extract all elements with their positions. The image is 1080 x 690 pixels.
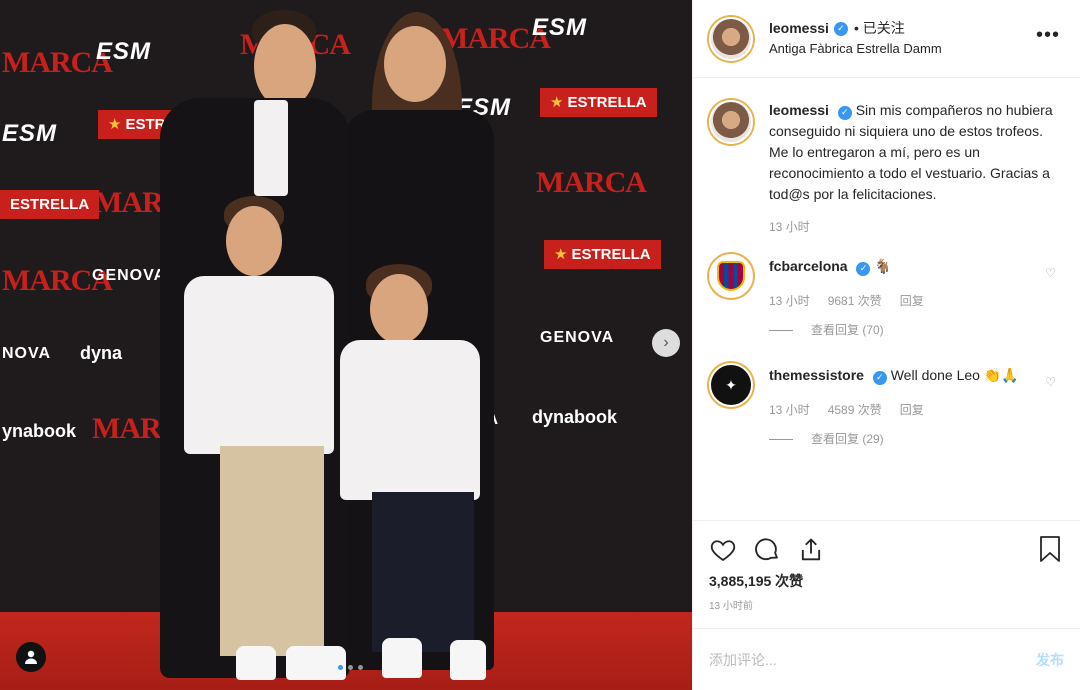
like-comment-heart-icon[interactable]: ♡ xyxy=(1045,266,1056,280)
post-comment-button[interactable]: 发布 xyxy=(1036,650,1064,670)
comment-username[interactable]: fcbarcelona xyxy=(769,258,848,274)
verified-badge-icon: ✓ xyxy=(833,21,848,36)
comment-likes[interactable]: 4589 次赞 xyxy=(828,400,882,421)
avatar[interactable] xyxy=(709,254,753,298)
comment-time: 13 小时 xyxy=(769,294,810,308)
next-photo-button[interactable]: › xyxy=(652,329,680,357)
carousel-dot xyxy=(348,665,353,670)
star-icon: ★ xyxy=(554,246,568,263)
comment-text: 🐐 xyxy=(874,258,892,274)
view-replies-button[interactable]: 查看回复 (29) xyxy=(769,429,1059,450)
follow-status[interactable]: • 已关注 xyxy=(854,20,905,38)
post-header: leomessi ✓ • 已关注 Antiga Fàbrica Estrella… xyxy=(693,0,1080,78)
comment-item: fcbarcelona ✓ 🐐 13 小时 9681 次赞 回复 查看回复 (7… xyxy=(709,254,1064,341)
post-side-panel: leomessi ✓ • 已关注 Antiga Fàbrica Estrella… xyxy=(692,0,1080,690)
estrella-logo: ★ESTRELLA xyxy=(540,88,657,117)
post-location[interactable]: Antiga Fàbrica Estrella Damm xyxy=(769,41,942,57)
post-photo[interactable]: MARCA ESM MARCA MARCA ESM ESM ★ESTRELLA … xyxy=(0,0,692,690)
post-age: 13 小时前 xyxy=(709,601,753,612)
caption-time: 13 小时 xyxy=(769,220,810,234)
comment-likes[interactable]: 9681 次赞 xyxy=(828,291,882,312)
marca-logo: MARCA xyxy=(536,166,647,199)
dynabook-logo: dynabook xyxy=(532,407,618,427)
estrella-text: ESTRELLA xyxy=(10,196,90,213)
dynabook-logo: ynabook xyxy=(2,421,77,441)
reply-button[interactable]: 回复 xyxy=(900,400,924,421)
carousel-indicator xyxy=(338,665,363,670)
comment-item: ✦ themessistore ✓ Well done Leo 👏🙏 13 小时… xyxy=(709,363,1064,450)
reply-divider xyxy=(769,439,793,440)
like-heart-icon[interactable] xyxy=(709,536,737,564)
carousel-dot xyxy=(338,665,343,670)
estrella-logo: ★ESTRELLA xyxy=(544,240,661,269)
esm-logo: ESM xyxy=(2,120,58,147)
comment-time: 13 小时 xyxy=(769,403,810,417)
reply-button[interactable]: 回复 xyxy=(900,291,924,312)
comment-username[interactable]: themessistore xyxy=(769,367,864,383)
view-replies-button[interactable]: 查看回复 (70) xyxy=(769,320,1059,341)
tagged-users-button[interactable] xyxy=(16,642,46,672)
avatar[interactable] xyxy=(709,16,753,61)
view-replies-label: 查看回复 (70) xyxy=(811,323,884,337)
estrella-logo: ESTRELLA xyxy=(0,190,100,219)
comment-text: Well done Leo 👏🙏 xyxy=(890,367,1019,383)
add-comment-bar: 添加评论... 发布 xyxy=(693,628,1080,690)
likes-count[interactable]: 3,885,195 次赞 xyxy=(709,571,1064,591)
star-icon: ★ xyxy=(108,116,122,133)
share-icon[interactable] xyxy=(797,536,825,564)
chevron-right-icon: › xyxy=(663,334,669,351)
verified-badge-icon: ✓ xyxy=(872,370,887,385)
verified-badge-icon: ✓ xyxy=(856,261,871,276)
messi-store-logo-icon: ✦ xyxy=(725,376,737,393)
dynabook-logo: dyna xyxy=(80,343,123,363)
estrella-text: ESTRELLA xyxy=(567,94,647,111)
esm-logo: ESM xyxy=(96,38,152,65)
comments-section[interactable]: leomessi ✓ Sin mis compañeros no hubiera… xyxy=(693,78,1080,520)
genova-logo: GENOVA xyxy=(540,329,615,346)
user-tag-icon xyxy=(25,650,37,664)
avatar[interactable] xyxy=(709,100,753,144)
post-actions: 3,885,195 次赞 13 小时前 添加评论... 发布 xyxy=(693,520,1080,690)
reply-divider xyxy=(769,330,793,331)
genova-logo: NOVA xyxy=(2,345,52,362)
verified-badge-icon: ✓ xyxy=(837,105,852,120)
more-options-icon[interactable]: ••• xyxy=(1036,24,1060,47)
comment-input[interactable]: 添加评论... xyxy=(709,650,777,670)
caption-username[interactable]: leomessi xyxy=(769,102,829,118)
like-comment-heart-icon[interactable]: ♡ xyxy=(1045,375,1056,389)
carousel-dot xyxy=(358,665,363,670)
bookmark-icon[interactable] xyxy=(1038,535,1062,563)
fc-barcelona-crest-icon xyxy=(717,261,745,291)
view-replies-label: 查看回复 (29) xyxy=(811,432,884,446)
genova-logo: GENOVA xyxy=(92,267,167,284)
post-author-username[interactable]: leomessi xyxy=(769,20,829,38)
post-caption: leomessi ✓ Sin mis compañeros no hubiera… xyxy=(709,100,1064,238)
comment-bubble-icon[interactable] xyxy=(753,536,781,564)
estrella-text: ESTRELLA xyxy=(571,246,651,263)
avatar[interactable]: ✦ xyxy=(709,363,753,407)
star-icon: ★ xyxy=(550,94,564,111)
esm-logo: ESM xyxy=(532,14,588,41)
